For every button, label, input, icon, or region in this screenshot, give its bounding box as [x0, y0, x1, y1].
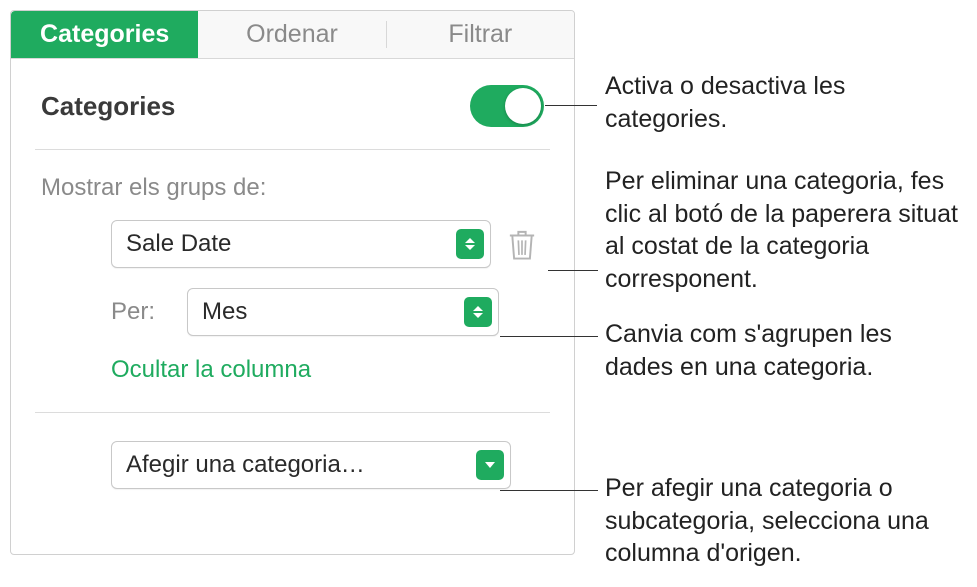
callout-line [500, 336, 598, 337]
categories-toggle[interactable] [470, 85, 544, 127]
groups-label: Mostrar els grups de: [41, 174, 544, 202]
add-category-row: Afegir una categoria… [41, 441, 544, 489]
per-select[interactable]: Mes [187, 288, 499, 336]
annotation-trash: Per eliminar una categoria, fes clic al … [605, 165, 965, 295]
tab-categories[interactable]: Categories [11, 11, 198, 58]
per-label: Per: [111, 298, 187, 326]
annotation-toggle: Activa o desactiva les categories. [605, 70, 945, 135]
delete-category-button[interactable] [507, 227, 537, 261]
category-column-select[interactable]: Sale Date [111, 220, 491, 268]
panel-body: Categories Mostrar els grups de: Sale Da… [11, 59, 574, 509]
header-row: Categories [41, 85, 544, 127]
tab-bar: Categories Ordenar Filtrar [11, 11, 574, 59]
tab-filter[interactable]: Filtrar [387, 11, 574, 58]
trash-icon [507, 227, 537, 261]
popup-arrows-icon [456, 229, 484, 259]
add-category-select[interactable]: Afegir una categoria… [111, 441, 511, 489]
category-column-value: Sale Date [126, 230, 456, 258]
tab-sort[interactable]: Ordenar [198, 11, 385, 58]
add-category-label: Afegir una categoria… [126, 451, 476, 479]
hide-column-link[interactable]: Ocultar la columna [41, 356, 544, 384]
callout-line [545, 105, 597, 106]
annotation-per: Canvia com s'agrupen les dades en una ca… [605, 318, 965, 383]
dropdown-arrow-icon [476, 450, 504, 480]
per-row: Per: Mes [41, 288, 544, 336]
callout-line [500, 490, 598, 491]
category-column-row: Sale Date [41, 220, 544, 268]
annotation-add: Per afegir una categoria o subcategoria,… [605, 472, 965, 570]
popup-arrows-icon [464, 297, 492, 327]
divider [35, 149, 550, 150]
toggle-knob [505, 88, 541, 124]
categories-panel: Categories Ordenar Filtrar Categories Mo… [10, 10, 575, 555]
per-value: Mes [202, 298, 464, 326]
divider [35, 412, 550, 413]
callout-line [548, 270, 598, 271]
section-title: Categories [41, 91, 175, 122]
